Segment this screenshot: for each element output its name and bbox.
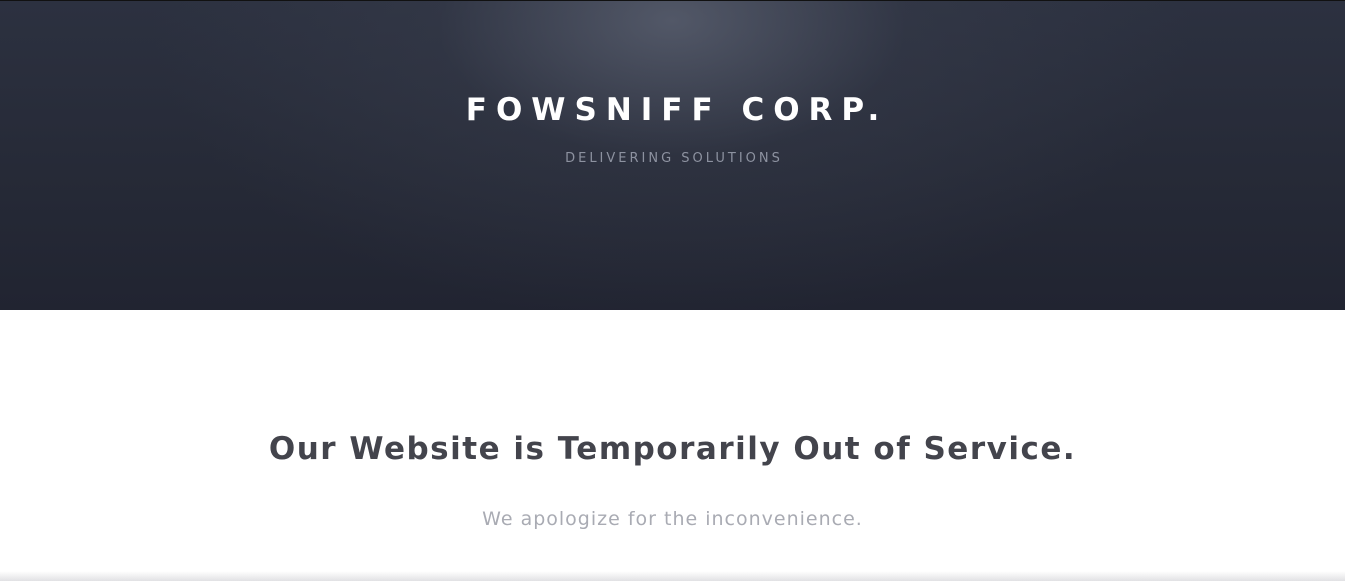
site-title: FOWSNIFF CORP. xyxy=(465,92,889,128)
main-content: Our Website is Temporarily Out of Servic… xyxy=(0,310,1345,581)
bottom-divider xyxy=(0,571,1345,581)
apology-text: We apologize for the inconvenience. xyxy=(482,508,863,530)
hero-banner: FOWSNIFF CORP. DELIVERING SOLUTIONS xyxy=(0,0,1345,310)
page-heading: Our Website is Temporarily Out of Servic… xyxy=(268,431,1077,467)
page: FOWSNIFF CORP. DELIVERING SOLUTIONS Our … xyxy=(0,0,1345,581)
site-tagline: DELIVERING SOLUTIONS xyxy=(565,151,783,166)
